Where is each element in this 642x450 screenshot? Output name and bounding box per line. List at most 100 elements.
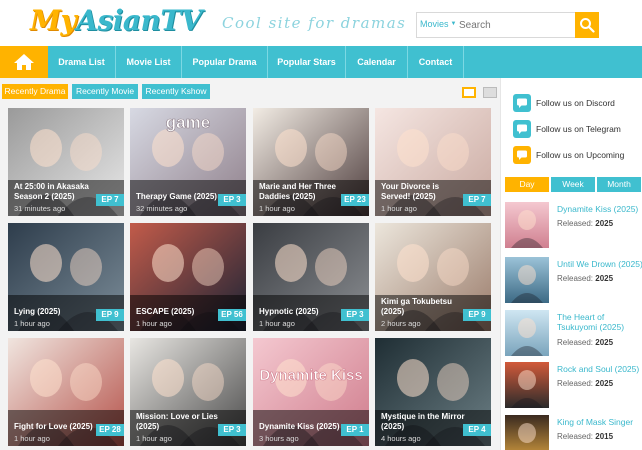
tab-week[interactable]: Week bbox=[551, 177, 595, 192]
card-title: Mission: Love or Lies (2025) bbox=[136, 412, 218, 431]
drama-card[interactable]: Your Divorce is Served! (2025) 1 hour ag… bbox=[375, 108, 491, 216]
card-time: 1 hour ago bbox=[381, 204, 417, 213]
nav-contact[interactable]: Contact bbox=[408, 46, 464, 78]
card-time: 1 hour ago bbox=[259, 204, 295, 213]
ranking-item[interactable]: Dynamite Kiss (2025) Released: 2025 bbox=[505, 202, 642, 252]
card-time: 1 hour ago bbox=[14, 434, 50, 443]
ranking-item[interactable]: King of Mask Singer Released: 2015 bbox=[505, 415, 642, 450]
tab-recently-movie[interactable]: Recently Movie bbox=[72, 84, 138, 99]
card-title: Hypnotic (2025) bbox=[259, 307, 319, 316]
view-mode-button[interactable] bbox=[483, 87, 497, 98]
card-time: 1 hour ago bbox=[136, 319, 172, 328]
card-title: Fight for Love (2025) bbox=[14, 422, 93, 431]
card-title: Your Divorce is Served! (2025) bbox=[381, 182, 440, 201]
nav-calendar[interactable]: Calendar bbox=[346, 46, 408, 78]
card-time: 32 minutes ago bbox=[136, 204, 188, 213]
ranking-thumbnail bbox=[505, 310, 549, 356]
episode-badge: EP 3 bbox=[341, 309, 369, 321]
card-title: At 25:00 in Akasaka Season 2 (2025) bbox=[14, 182, 89, 201]
drama-card[interactable]: At 25:00 in Akasaka Season 2 (2025) 31 m… bbox=[8, 108, 124, 216]
card-time: 3 hours ago bbox=[259, 434, 299, 443]
drama-card[interactable]: Mystique in the Mirror (2025) 4 hours ag… bbox=[375, 338, 491, 446]
ranking-title[interactable]: Until We Drown (2025) bbox=[557, 259, 642, 269]
site-logo[interactable]: MyAsianTV bbox=[30, 4, 202, 37]
ranking-title[interactable]: Dynamite Kiss (2025) bbox=[557, 204, 642, 214]
card-title: Dynamite Kiss (2025) bbox=[259, 422, 340, 431]
main-nav: Drama List Movie List Popular Drama Popu… bbox=[0, 46, 642, 78]
card-time: 1 hour ago bbox=[14, 319, 50, 328]
card-title: Kimi ga Tokubetsu (2025) bbox=[381, 297, 452, 316]
episode-badge: EP 7 bbox=[463, 194, 491, 206]
episode-badge: EP 3 bbox=[218, 424, 246, 436]
ranking-release: Released: 2025 bbox=[557, 274, 614, 283]
ranking-release: Released: 2025 bbox=[557, 379, 614, 388]
nav-movie-list[interactable]: Movie List bbox=[116, 46, 182, 78]
drama-card[interactable]: Marie and Her Three Daddies (2025) 1 hou… bbox=[253, 108, 369, 216]
episode-badge: EP 9 bbox=[463, 309, 491, 321]
chat-icon bbox=[513, 94, 531, 112]
ranking-release: Released: 2015 bbox=[557, 432, 614, 441]
nav-popular-drama[interactable]: Popular Drama bbox=[182, 46, 268, 78]
tab-recently-drama[interactable]: Recently Drama bbox=[2, 84, 68, 99]
drama-card[interactable]: ESCAPE (2025) 1 hour ago EP 56 bbox=[130, 223, 246, 331]
tab-month[interactable]: Month bbox=[597, 177, 641, 192]
episode-badge: EP 23 bbox=[341, 194, 369, 206]
search-category-select[interactable]: Movies ▼ bbox=[420, 19, 456, 29]
ranking-thumbnail bbox=[505, 257, 549, 303]
svg-text:Dynamite Kiss: Dynamite Kiss bbox=[259, 367, 362, 384]
card-time: 1 hour ago bbox=[136, 434, 172, 443]
search-bar: Movies ▼ bbox=[416, 12, 599, 38]
drama-card[interactable]: Mission: Love or Lies (2025) 1 hour ago … bbox=[130, 338, 246, 446]
chat-icon bbox=[513, 120, 531, 138]
search-input[interactable] bbox=[459, 16, 569, 34]
card-time: 4 hours ago bbox=[381, 434, 421, 443]
drama-card[interactable]: Hypnotic (2025) 1 hour ago EP 3 bbox=[253, 223, 369, 331]
ranking-item[interactable]: Rock and Soul (2025) Released: 2025 bbox=[505, 362, 642, 412]
tab-day[interactable]: Day bbox=[505, 177, 549, 192]
episode-badge: EP 4 bbox=[463, 424, 491, 436]
home-button[interactable] bbox=[0, 46, 48, 78]
ranking-item[interactable]: Until We Drown (2025) Released: 2025 bbox=[505, 257, 642, 307]
calendar-icon bbox=[513, 146, 531, 164]
drama-card[interactable]: game Therapy Game (2025) 32 minutes ago … bbox=[130, 108, 246, 216]
site-tagline: Cool site for dramas bbox=[222, 14, 407, 32]
drama-card[interactable]: Dynamite Kiss Dynamite Kiss (2025) 3 hou… bbox=[253, 338, 369, 446]
search-button[interactable] bbox=[575, 12, 599, 38]
home-icon bbox=[14, 54, 34, 70]
drama-card[interactable]: Lying (2025) 1 hour ago EP 9 bbox=[8, 223, 124, 331]
card-title: Marie and Her Three Daddies (2025) bbox=[259, 182, 336, 201]
nav-popular-stars[interactable]: Popular Stars bbox=[268, 46, 346, 78]
ranking-release: Released: 2025 bbox=[557, 219, 614, 228]
card-time: 31 minutes ago bbox=[14, 204, 66, 213]
nav-drama-list[interactable]: Drama List bbox=[48, 46, 116, 78]
episode-badge: EP 28 bbox=[96, 424, 124, 436]
search-icon bbox=[580, 18, 595, 33]
ranking-thumbnail bbox=[505, 202, 549, 248]
view-mode-button-selected[interactable] bbox=[462, 87, 476, 98]
ranking-release: Released: 2025 bbox=[557, 338, 614, 347]
tab-recently-kshow[interactable]: Recently Kshow bbox=[142, 84, 210, 99]
card-title: Therapy Game (2025) bbox=[136, 192, 217, 201]
episode-badge: EP 56 bbox=[218, 309, 246, 321]
drama-card[interactable]: Kimi ga Tokubetsu (2025) 2 hours ago EP … bbox=[375, 223, 491, 331]
episode-badge: EP 7 bbox=[96, 194, 124, 206]
caret-down-icon: ▼ bbox=[450, 21, 457, 27]
drama-card[interactable]: Fight for Love (2025) 1 hour ago EP 28 bbox=[8, 338, 124, 446]
sidebar: Follow us on Discord Follow us on Telegr… bbox=[500, 78, 642, 450]
ranking-title[interactable]: King of Mask Singer bbox=[557, 417, 642, 427]
card-title: Lying (2025) bbox=[14, 307, 61, 316]
ranking-title[interactable]: The Heart of Tsukuyomi (2025) bbox=[557, 312, 642, 332]
episode-badge: EP 3 bbox=[218, 194, 246, 206]
card-time: 1 hour ago bbox=[259, 319, 295, 328]
ranking-item[interactable]: The Heart of Tsukuyomi (2025) Released: … bbox=[505, 310, 642, 360]
site-header: MyAsianTV Cool site for dramas Movies ▼ bbox=[0, 0, 642, 46]
card-title: ESCAPE (2025) bbox=[136, 307, 195, 316]
card-time: 2 hours ago bbox=[381, 319, 421, 328]
svg-text:game: game bbox=[166, 113, 210, 132]
ranking-thumbnail bbox=[505, 415, 549, 450]
ranking-thumbnail bbox=[505, 362, 549, 408]
episode-badge: EP 1 bbox=[341, 424, 369, 436]
card-title: Mystique in the Mirror (2025) bbox=[381, 412, 465, 431]
episode-badge: EP 9 bbox=[96, 309, 124, 321]
ranking-title[interactable]: Rock and Soul (2025) bbox=[557, 364, 642, 374]
